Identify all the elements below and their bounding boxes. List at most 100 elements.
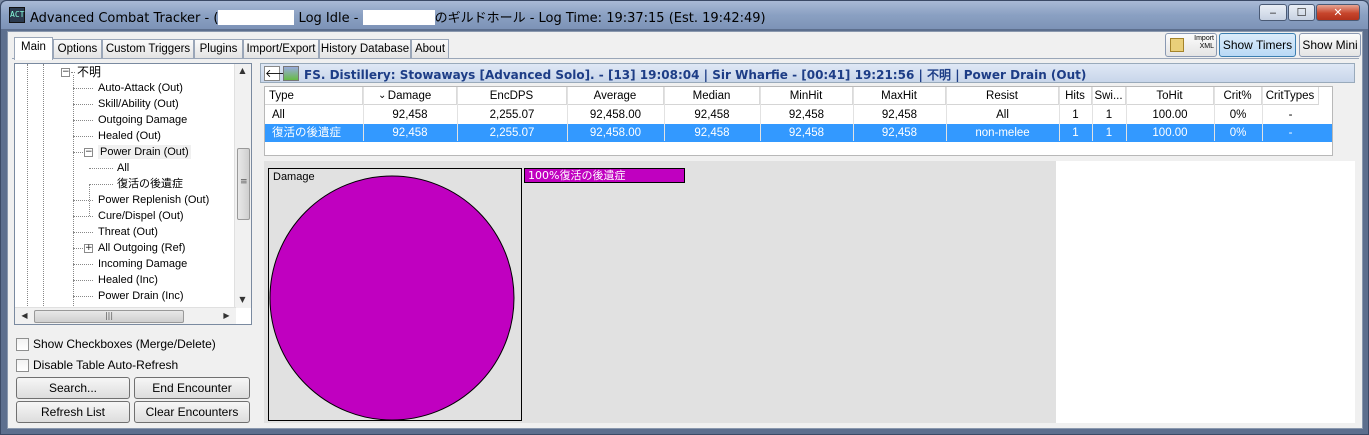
- disable-refresh-checkbox[interactable]: [16, 359, 29, 372]
- scroll-up-icon[interactable]: ▲: [235, 66, 250, 75]
- column-divider: [1214, 87, 1215, 141]
- search-button[interactable]: Search...: [16, 377, 130, 399]
- table-cell: 100.00: [1152, 127, 1188, 139]
- show-checkboxes-label[interactable]: Show Checkboxes (Merge/Delete): [33, 337, 216, 351]
- column-header[interactable]: Crit%: [1214, 87, 1262, 105]
- tree-node-root[interactable]: 不明: [77, 65, 101, 79]
- tree-line: [71, 72, 75, 73]
- tree-line: [73, 200, 93, 201]
- column-header[interactable]: Resist: [946, 87, 1059, 105]
- tree-vertical-scrollbar[interactable]: ▲ ≡ ▼: [234, 64, 251, 308]
- column-divider: [567, 87, 568, 141]
- encounter-title: FS. Distillery: Stowaways [Advanced Solo…: [304, 68, 1087, 82]
- column-header[interactable]: MaxHit: [853, 87, 946, 105]
- column-header[interactable]: Type: [265, 87, 363, 105]
- tab-main[interactable]: Main: [14, 37, 53, 60]
- table-cell: 1: [1105, 127, 1113, 139]
- table-cell: 92,458: [881, 109, 918, 121]
- scroll-down-icon[interactable]: ▼: [235, 295, 250, 304]
- encounter-tree[interactable]: − 不明 Auto-Attack (Out) Skill/Ability (Out…: [14, 63, 252, 325]
- tree-node-power-drain-inc[interactable]: Power Drain (Inc): [98, 289, 184, 303]
- graph-area: Damage 100%復活の後遺症: [264, 161, 1355, 423]
- table-row[interactable]: All 92,458 2,255.07 92,458.00 92,458 92,458 92…: [265, 106, 1332, 124]
- table-cell: 1: [1105, 109, 1113, 121]
- grip-icon: ≡: [240, 177, 248, 187]
- column-divider: [363, 87, 364, 141]
- column-divider: [760, 87, 761, 141]
- tree-node-threat-out[interactable]: Threat (Out): [98, 225, 158, 239]
- show-timers-button[interactable]: Show Timers: [1219, 33, 1296, 57]
- collapse-icon[interactable]: −: [61, 68, 70, 77]
- maximize-button[interactable]: ☐: [1288, 4, 1315, 21]
- show-checkboxes-checkbox[interactable]: [16, 338, 29, 351]
- image-icon[interactable]: [283, 66, 299, 81]
- damage-table[interactable]: Type Damage EncDPS Average Median MinHit MaxHi…: [264, 86, 1333, 156]
- pie-chart-panel: Damage: [268, 168, 522, 421]
- tab-custom-triggers[interactable]: Custom Triggers: [102, 39, 194, 59]
- tab-import-export[interactable]: Import/Export: [243, 39, 319, 59]
- column-header[interactable]: MinHit: [760, 87, 853, 105]
- table-cell: 92,458: [788, 127, 825, 139]
- tree-line: [73, 104, 93, 105]
- collapse-icon[interactable]: −: [84, 148, 93, 157]
- column-header[interactable]: CritTypes: [1262, 87, 1319, 105]
- sort-desc-icon: ⌄: [378, 90, 387, 101]
- column-divider: [664, 87, 665, 141]
- clear-encounters-button[interactable]: Clear Encounters: [134, 401, 250, 423]
- legend-item: 100%復活の後遺症: [524, 168, 685, 183]
- tree-horizontal-scrollbar[interactable]: ◀ ||| ▶: [15, 307, 236, 324]
- scroll-right-icon[interactable]: ▶: [219, 311, 234, 320]
- column-header[interactable]: Hits: [1059, 87, 1092, 105]
- pie-slice: [269, 175, 515, 421]
- tree-node-outgoing-damage[interactable]: Outgoing Damage: [98, 113, 187, 127]
- import-xml-label: Import XML: [1194, 35, 1214, 50]
- import-xml-button[interactable]: Import XML: [1165, 33, 1217, 57]
- back-arrow-icon[interactable]: 🡐: [264, 66, 295, 81]
- tree-node-power-drain-all[interactable]: All: [117, 161, 129, 175]
- tree-node-power-drain-fukkatsu[interactable]: 復活の後遺症: [117, 177, 183, 191]
- tree-node-healed-out[interactable]: Healed (Out): [98, 129, 161, 143]
- column-divider: [946, 87, 947, 141]
- tree-line: [89, 184, 113, 185]
- table-cell: 100.00: [1152, 109, 1188, 121]
- tree-node-skill-ability-out[interactable]: Skill/Ability (Out): [98, 97, 179, 111]
- disable-refresh-label[interactable]: Disable Table Auto-Refresh: [33, 358, 178, 372]
- tree-node-auto-attack-out[interactable]: Auto-Attack (Out): [98, 81, 183, 95]
- horizontal-scroll-thumb[interactable]: |||: [34, 310, 184, 323]
- column-header[interactable]: EncDPS: [457, 87, 567, 105]
- tab-history-database[interactable]: History Database: [319, 39, 411, 59]
- tab-about[interactable]: About: [411, 39, 449, 59]
- tree-node-incoming-damage[interactable]: Incoming Damage: [98, 257, 187, 271]
- column-header[interactable]: Median: [664, 87, 760, 105]
- column-header[interactable]: Average: [567, 87, 664, 105]
- table-cell: -: [1288, 127, 1293, 139]
- refresh-list-button[interactable]: Refresh List: [16, 401, 130, 423]
- table-cell: 2,255.07: [489, 127, 535, 139]
- title-bar[interactable]: ACT Advanced Combat Tracker - ( Log Idle…: [1, 1, 1368, 29]
- table-row[interactable]: 復活の後遺症 92,458 2,255.07 92,458.00 92,458 92,45…: [265, 124, 1332, 142]
- show-mini-button[interactable]: Show Mini: [1299, 33, 1361, 57]
- scroll-left-icon[interactable]: ◀: [17, 311, 32, 320]
- table-cell: non-melee: [975, 127, 1030, 139]
- tree-node-cure-dispel-out[interactable]: Cure/Dispel (Out): [98, 209, 184, 223]
- column-header[interactable]: ToHit: [1126, 87, 1214, 105]
- table-cell: 92,458.00: [589, 109, 642, 121]
- tree-node-all-outgoing-ref[interactable]: All Outgoing (Ref): [98, 241, 185, 255]
- column-header[interactable]: Swi...: [1092, 87, 1126, 105]
- close-button[interactable]: ✕: [1316, 4, 1360, 21]
- tab-options[interactable]: Options: [53, 39, 102, 59]
- tree-node-power-replenish-out[interactable]: Power Replenish (Out): [98, 193, 209, 207]
- table-cell: 復活の後遺症: [272, 127, 341, 139]
- tree-node-power-drain-out[interactable]: Power Drain (Out): [98, 145, 191, 159]
- expand-icon[interactable]: +: [84, 244, 93, 253]
- tab-plugins[interactable]: Plugins: [194, 39, 243, 59]
- tree-line: [73, 264, 93, 265]
- table-cell: 92,458: [694, 109, 730, 121]
- vertical-scroll-thumb[interactable]: ≡: [237, 148, 250, 220]
- details-panel: 🡐 FS. Distillery: Stowaways [Advanced So…: [260, 63, 1358, 423]
- tree-line: [73, 232, 93, 233]
- minimize-button[interactable]: ‒: [1259, 4, 1287, 21]
- tree-node-healed-inc[interactable]: Healed (Inc): [98, 273, 158, 287]
- table-cell: 2,255.07: [489, 109, 535, 121]
- end-encounter-button[interactable]: End Encounter: [134, 377, 250, 399]
